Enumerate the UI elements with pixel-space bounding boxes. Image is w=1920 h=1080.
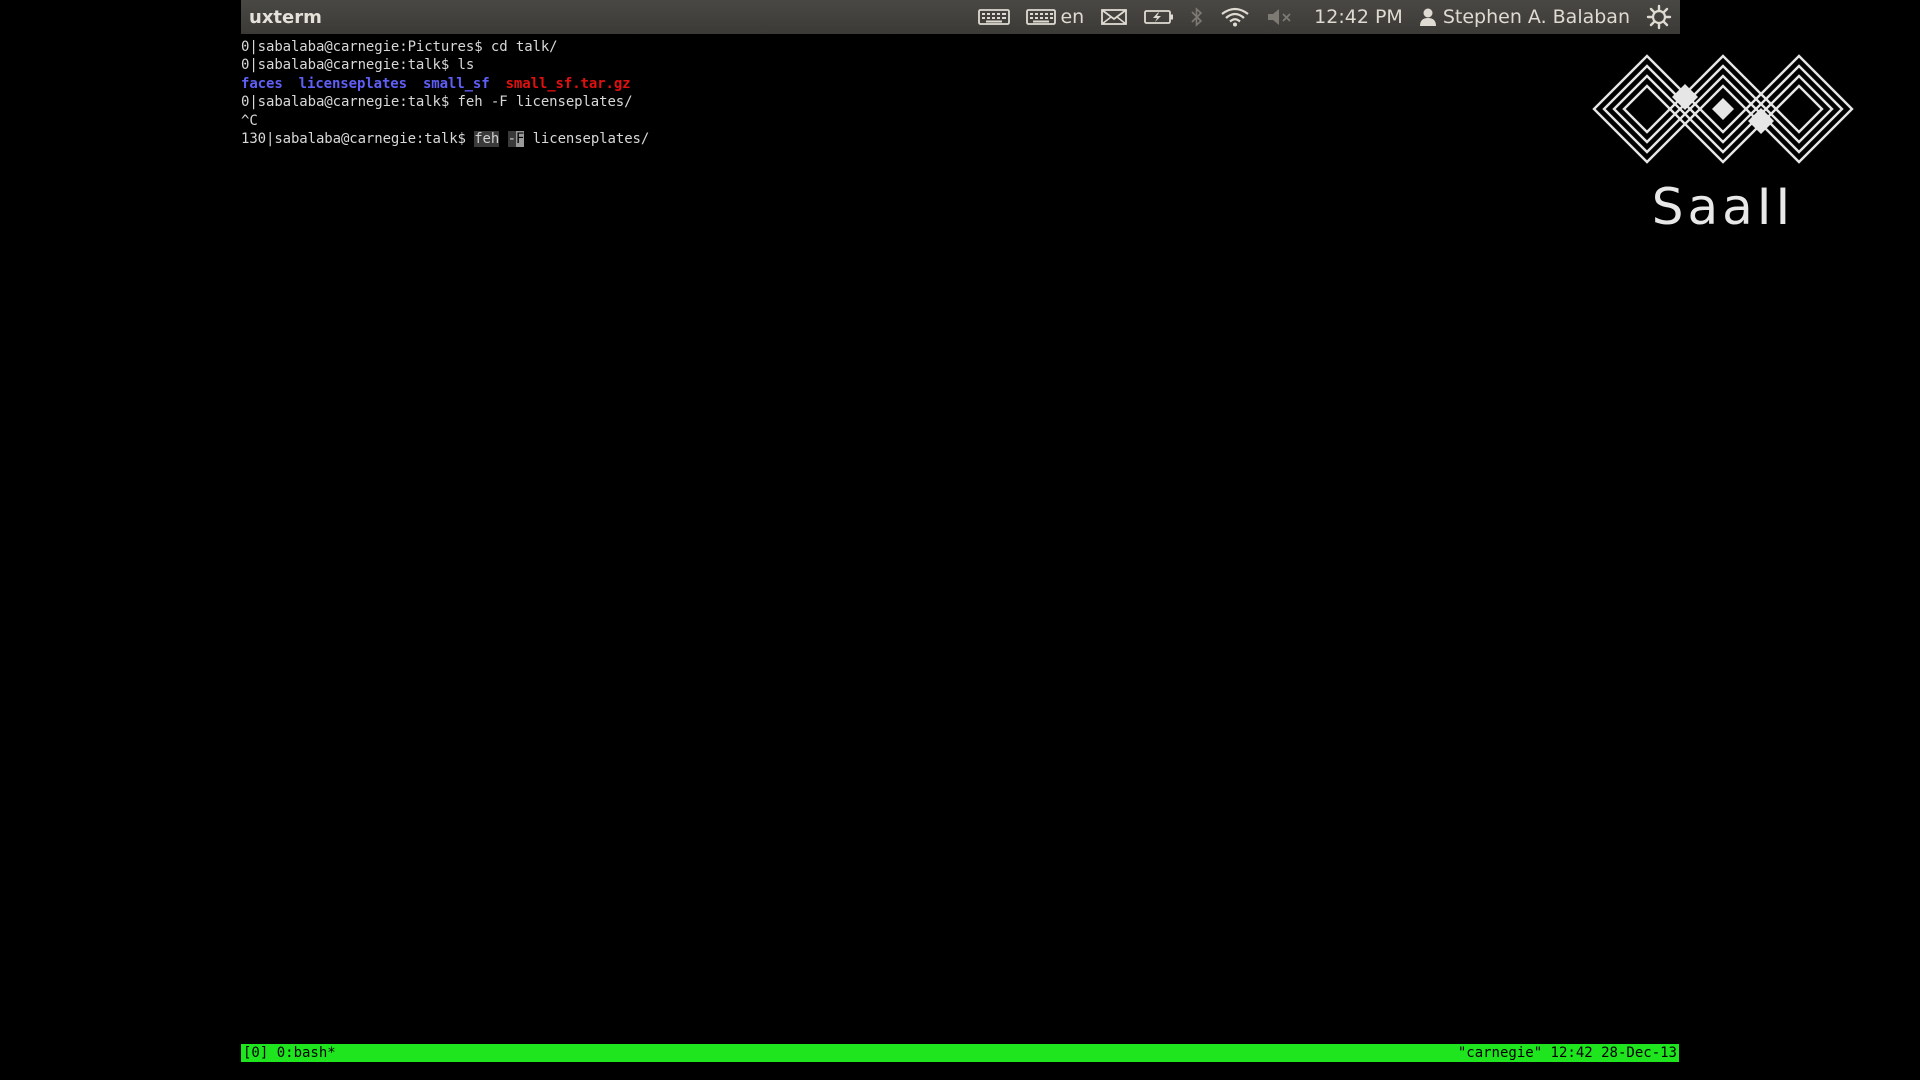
- tmux-host-clock: "carnegie" 12:42 28-Dec-13: [1457, 1045, 1677, 1061]
- user-icon: [1419, 8, 1436, 26]
- logo-text: SaaII: [1651, 178, 1795, 236]
- mail-icon[interactable]: [1100, 0, 1128, 34]
- watermark-logo: SaaII: [1592, 50, 1854, 240]
- directory-entry: small_sf: [422, 75, 490, 92]
- window-title: uxterm: [249, 6, 322, 28]
- keyboard-layout-icon: [1026, 9, 1057, 25]
- shell-command: feh -F licenseplates/: [457, 94, 633, 111]
- top-panel: uxterm en 12:42 PM Stephen A. Balaban: [241, 0, 1680, 34]
- session-menu[interactable]: [1646, 0, 1672, 34]
- wifi-icon[interactable]: [1220, 0, 1250, 34]
- ls-output-line: faces licenseplates small_sf small_sf.tar.g…: [241, 75, 1681, 93]
- keyboard-icon[interactable]: [978, 0, 1011, 34]
- bluetooth-icon[interactable]: [1190, 0, 1204, 34]
- terminal-line: 0|sabalaba@carnegie:talk$ feh -F license…: [241, 93, 1681, 111]
- shell-prompt: 0|sabalaba@carnegie:Pictures$: [241, 39, 491, 55]
- terminal-line: 0|sabalaba@carnegie:talk$ ls: [241, 56, 1681, 74]
- command-argument: licenseplates/: [524, 130, 650, 147]
- battery-icon[interactable]: [1144, 0, 1174, 34]
- shell-prompt: 0|sabalaba@carnegie:talk$: [241, 57, 458, 74]
- selected-command-word: feh: [474, 130, 500, 147]
- directory-entry: licenseplates: [298, 75, 407, 92]
- logo-emblem-icon: [1592, 54, 1854, 164]
- terminal-line: ^C: [241, 112, 1681, 130]
- selected-flag-prefix: -: [507, 130, 516, 147]
- archive-entry: small_sf.tar.gz: [505, 75, 631, 92]
- user-menu[interactable]: Stephen A. Balaban: [1419, 0, 1630, 34]
- terminal-line-current[interactable]: 130|sabalaba@carnegie:talk$ feh -F licen…: [241, 130, 1681, 148]
- shell-prompt: 0|sabalaba@carnegie:talk$: [241, 94, 458, 111]
- shell-command: ls: [457, 57, 475, 74]
- shell-command: cd talk/: [490, 39, 558, 55]
- user-name: Stephen A. Balaban: [1442, 6, 1630, 28]
- terminal-line: 0|sabalaba@carnegie:Pictures$ cd talk/: [241, 38, 1681, 56]
- keyboard-layout-indicator[interactable]: en: [1026, 0, 1084, 34]
- tmux-status-bar: [0] 0:bash* "carnegie" 12:42 28-Dec-13: [241, 1044, 1679, 1062]
- directory-entry: faces: [241, 75, 283, 92]
- volume-muted-icon[interactable]: [1266, 0, 1294, 34]
- clock[interactable]: 12:42 PM: [1314, 0, 1403, 34]
- interrupt-text: ^C: [241, 112, 258, 129]
- shell-prompt: 130|sabalaba@carnegie:talk$: [241, 130, 475, 147]
- indicator-area: en 12:42 PM Stephen A. Balaban: [962, 0, 1672, 34]
- text-cursor: F: [515, 130, 525, 147]
- terminal-output[interactable]: 0|sabalaba@carnegie:Pictures$ cd talk/ 0…: [241, 38, 1681, 1042]
- gear-icon: [1646, 4, 1672, 30]
- keyboard-layout-label: en: [1060, 6, 1085, 28]
- tmux-window-list[interactable]: [0] 0:bash*: [243, 1044, 336, 1062]
